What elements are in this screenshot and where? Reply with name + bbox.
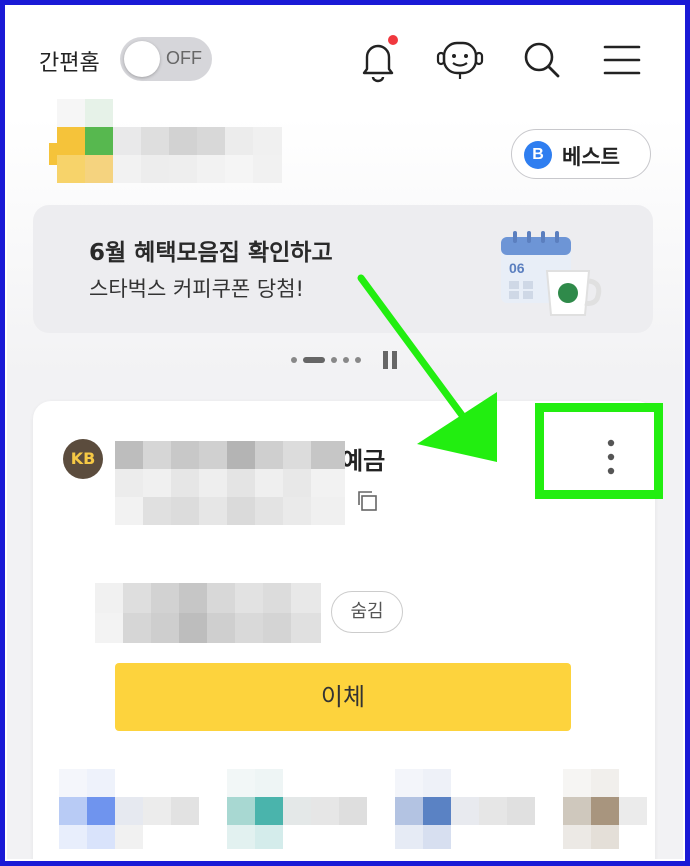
account-name-blurred <box>115 441 345 525</box>
best-badge-icon: B <box>524 141 552 169</box>
best-button[interactable]: B 베스트 <box>511 129 651 179</box>
chatbot-icon[interactable] <box>435 37 484 83</box>
promo-banner[interactable]: 6월 혜택모음집 확인하고 스타벅스 커피쿠폰 당첨! 06 <box>33 205 653 333</box>
highlight-box <box>535 403 663 499</box>
search-icon[interactable] <box>519 37 565 83</box>
toggle-knob <box>124 41 160 77</box>
quick-menu-blurred <box>59 769 647 849</box>
notification-dot <box>388 35 398 45</box>
best-button-label: 베스트 <box>562 145 620 169</box>
copy-icon[interactable] <box>355 489 379 513</box>
hamburger-menu-icon[interactable] <box>599 37 645 83</box>
toggle-state-text: OFF <box>166 48 202 68</box>
account-card: KB 통예금 숨김 이체 <box>33 401 663 859</box>
main-content: B 베스트 6월 혜택모음집 확인하고 스타벅스 커피쿠폰 당첨! 06 KB … <box>7 99 683 859</box>
bank-logo: KB <box>63 439 103 479</box>
simple-home-label: 간편홈 <box>39 51 100 76</box>
banner-subtitle: 스타벅스 커피쿠폰 당첨! <box>89 277 304 301</box>
transfer-button[interactable]: 이체 <box>115 663 571 731</box>
notification-bell-icon[interactable] <box>355 35 401 83</box>
banner-title: 6월 혜택모음집 확인하고 <box>89 240 333 266</box>
more-options-icon[interactable] <box>603 437 619 477</box>
app-frame: 간편홈 OFF B 베스트 6월 혜택모음집 확인하고 스타벅스 커피쿠폰 당첨… <box>5 5 685 861</box>
balance-blurred <box>95 583 321 643</box>
hide-balance-button[interactable]: 숨김 <box>331 591 403 633</box>
simple-home-toggle[interactable]: OFF <box>120 37 212 81</box>
user-name-blurred <box>49 99 282 183</box>
annotation-arrow <box>357 274 497 462</box>
